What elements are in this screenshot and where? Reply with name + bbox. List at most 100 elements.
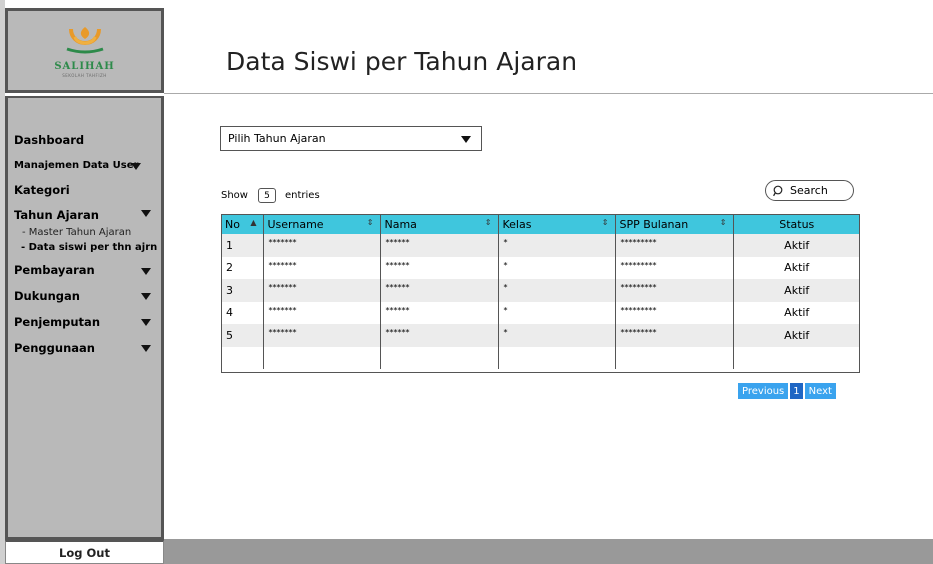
sidebar-item-label: Manajemen Data User xyxy=(14,160,139,171)
previous-button[interactable]: Previous xyxy=(738,383,789,399)
cell-nama: ****** xyxy=(379,279,498,302)
tahun-ajaran-select[interactable]: Pilih Tahun Ajaran xyxy=(220,126,482,151)
header-label: SPP Bulanan xyxy=(619,217,689,231)
search-label: Search xyxy=(790,184,828,197)
dropdown-arrow-icon xyxy=(461,136,471,143)
header-label: No xyxy=(225,217,240,231)
chevron-down-icon[interactable] xyxy=(141,268,151,275)
cell-kelas: * xyxy=(497,301,615,324)
sidebar-item-label: Tahun Ajaran xyxy=(14,208,99,222)
chevron-down-icon[interactable] xyxy=(141,319,151,326)
page-number-button[interactable]: 1 xyxy=(790,383,803,399)
sidebar-item-manajemen-data-user[interactable]: Manajemen Data User xyxy=(14,160,138,171)
cell-spp-bulanan: ********* xyxy=(614,234,733,257)
sort-icon[interactable]: ⇕ xyxy=(367,219,374,227)
cell-status xyxy=(732,346,860,369)
pagination: Previous 1 Next xyxy=(738,383,836,399)
sidebar-item-dukungan[interactable]: Dukungan xyxy=(14,289,80,303)
table-row[interactable]: 5 ******* ****** * ********* Aktif xyxy=(221,324,860,347)
sidebar-subitem-master-tahun-ajaran[interactable]: - Master Tahun Ajaran xyxy=(22,227,131,238)
chevron-down-icon[interactable] xyxy=(141,345,151,352)
logo-emblem-icon xyxy=(66,27,103,54)
cell-kelas: * xyxy=(497,324,615,347)
cell-no: 2 xyxy=(221,256,263,279)
sidebar-item-label: Pembayaran xyxy=(14,263,95,277)
sidebar-item-penjemputan[interactable]: Penjemputan xyxy=(14,315,100,329)
cell-nama: ****** xyxy=(379,234,498,257)
sidebar-item-pembayaran[interactable]: Pembayaran xyxy=(14,263,95,277)
sidebar-item-tahun-ajaran[interactable]: Tahun Ajaran xyxy=(14,208,99,222)
cell-nama: ****** xyxy=(379,324,498,347)
sort-icon[interactable]: ⇕ xyxy=(720,219,727,227)
cell-status: Aktif xyxy=(732,234,860,257)
cell-no xyxy=(221,346,263,369)
cell-spp-bulanan xyxy=(614,346,733,369)
footer-bar xyxy=(164,539,933,564)
search-icon xyxy=(773,185,783,196)
cell-status: Aktif xyxy=(732,324,860,347)
cell-nama xyxy=(379,346,498,369)
column-header-status[interactable]: Status xyxy=(732,214,860,234)
table-header-row: No ▲ Username ⇕ Nama ⇕ Kelas ⇕ SPP Bulanan ⇕ … xyxy=(221,214,860,234)
cell-username: ******* xyxy=(262,324,380,347)
sort-icon[interactable]: ⇕ xyxy=(485,219,492,227)
show-label: Show xyxy=(221,190,248,201)
column-header-nama[interactable]: Nama ⇕ xyxy=(379,214,498,234)
logo-text: SALIHAH xyxy=(54,61,115,72)
cell-spp-bulanan: ********* xyxy=(614,279,733,302)
cell-status: Aktif xyxy=(732,256,860,279)
entries-label: entries xyxy=(285,190,320,201)
entries-per-page-select[interactable]: 5 xyxy=(258,188,276,203)
table-row[interactable]: 1 ******* ****** * ********* Aktif xyxy=(221,234,860,257)
header-label: Username xyxy=(267,217,324,231)
search-button[interactable]: Search xyxy=(765,180,854,201)
table-row[interactable]: 3 ******* ****** * ********* Aktif xyxy=(221,279,860,302)
sidebar-item-label: Dukungan xyxy=(14,289,80,303)
logo-subtext: SEKOLAH TAHFIZH xyxy=(62,73,107,78)
column-header-spp-bulanan[interactable]: SPP Bulanan ⇕ xyxy=(614,214,733,234)
header-label: Status xyxy=(779,217,815,231)
page-title: Data Siswi per Tahun Ajaran xyxy=(226,47,578,76)
cell-username xyxy=(262,346,380,369)
cell-status: Aktif xyxy=(732,279,860,302)
cell-nama: ****** xyxy=(379,256,498,279)
logout-button[interactable]: Log Out xyxy=(5,540,164,564)
cell-username: ******* xyxy=(262,256,380,279)
header-label: Kelas xyxy=(502,217,532,231)
table-row[interactable]: 4 ******* ****** * ********* Aktif xyxy=(221,301,860,324)
cell-no: 3 xyxy=(221,279,263,302)
sort-icon[interactable]: ⇕ xyxy=(602,219,609,227)
cell-username: ******* xyxy=(262,301,380,324)
sidebar-subitem-data-siswi[interactable]: - Data siswi per thn ajrn xyxy=(21,242,157,253)
cell-nama: ****** xyxy=(379,301,498,324)
chevron-down-icon[interactable] xyxy=(141,210,151,217)
cell-spp-bulanan: ********* xyxy=(614,301,733,324)
sidebar-item-label: Kategori xyxy=(14,183,70,197)
cell-kelas: * xyxy=(497,234,615,257)
column-header-no[interactable]: No ▲ xyxy=(221,214,263,234)
chevron-down-icon[interactable] xyxy=(131,163,141,170)
title-divider xyxy=(164,93,933,94)
cell-kelas: * xyxy=(497,256,615,279)
app-window: SALIHAH SEKOLAH TAHFIZH Dashboard Manaje… xyxy=(0,0,933,564)
cell-spp-bulanan: ********* xyxy=(614,256,733,279)
cell-username: ******* xyxy=(262,234,380,257)
cell-kelas: * xyxy=(497,279,615,302)
table-row[interactable]: 2 ******* ****** * ********* Aktif xyxy=(221,256,860,279)
sidebar-item-kategori[interactable]: Kategori xyxy=(14,183,70,197)
chevron-down-icon[interactable] xyxy=(141,293,151,300)
sort-asc-icon[interactable]: ▲ xyxy=(250,219,256,227)
cell-status: Aktif xyxy=(732,301,860,324)
student-table: No ▲ Username ⇕ Nama ⇕ Kelas ⇕ SPP Bulanan ⇕ … xyxy=(221,214,860,369)
column-header-username[interactable]: Username ⇕ xyxy=(262,214,380,234)
sidebar-item-penggunaan[interactable]: Penggunaan xyxy=(14,341,95,355)
sidebar-item-label: Dashboard xyxy=(14,133,85,147)
cell-no: 4 xyxy=(221,301,263,324)
column-header-kelas[interactable]: Kelas ⇕ xyxy=(497,214,615,234)
cell-kelas xyxy=(497,346,615,369)
sidebar-item-dashboard[interactable]: Dashboard xyxy=(14,133,84,147)
next-button[interactable]: Next xyxy=(804,383,836,399)
cell-username: ******* xyxy=(262,279,380,302)
sidebar: Dashboard Manajemen Data User Kategori T… xyxy=(5,96,164,540)
sidebar-item-label: Penjemputan xyxy=(14,315,101,329)
